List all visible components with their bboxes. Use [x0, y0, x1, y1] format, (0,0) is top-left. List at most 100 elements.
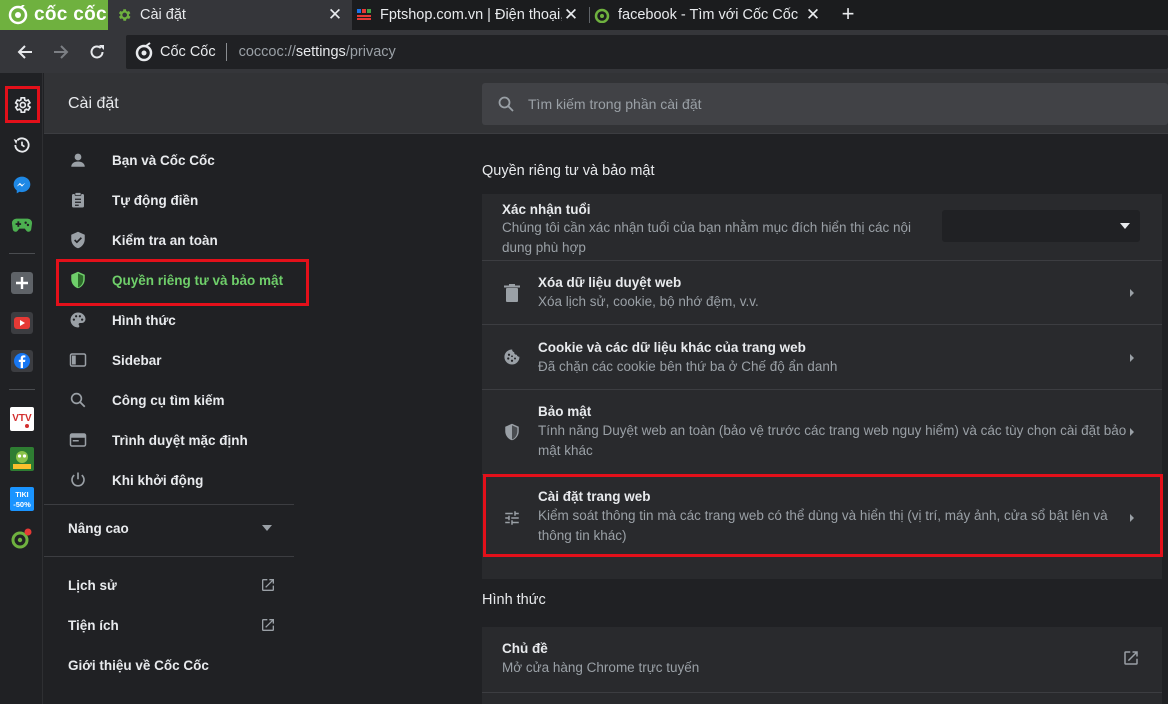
nav-item-label: Quyền riêng tư và bảo mật	[112, 272, 284, 288]
sidebar-game-app[interactable]	[10, 447, 34, 471]
nav-item-you-and-coccoc[interactable]: Bạn và Cốc Cốc	[44, 140, 294, 180]
nav-divider	[44, 504, 294, 505]
new-tab-button[interactable]: +	[837, 3, 859, 25]
chevron-down-icon	[262, 525, 272, 531]
settings-icon	[14, 97, 32, 113]
reload-button[interactable]	[84, 39, 110, 65]
theme-description: Mở cửa hàng Chrome trực tuyến	[502, 660, 700, 675]
nav-item-label: Khi khởi động	[112, 472, 204, 488]
age-dropdown[interactable]	[942, 210, 1140, 242]
nav-item-safety-check[interactable]: Kiểm tra an toàn	[44, 220, 294, 260]
game-app-icon	[10, 447, 34, 471]
sidebar-add[interactable]	[10, 271, 34, 295]
row-description: Xóa lịch sử, cookie, bộ nhớ đệm, v.v.	[538, 294, 759, 309]
nav-item-label: Bạn và Cốc Cốc	[112, 152, 215, 168]
search-icon	[68, 390, 88, 410]
sidebar-tiki[interactable]: TIKI -50%	[10, 487, 34, 511]
chevron-right-icon	[1130, 428, 1134, 436]
address-bar[interactable]: Cốc Cốc coccoc://settings/privacy	[126, 35, 1168, 69]
chevron-right-icon	[1130, 514, 1134, 522]
nav-advanced-toggle[interactable]: Nâng cao	[44, 508, 294, 548]
sidebar-games[interactable]	[10, 213, 34, 237]
tab-title: Fptshop.com.vn | Điện thoại, Laptop	[380, 7, 562, 23]
back-button[interactable]	[12, 39, 38, 65]
settings-search-input[interactable]	[528, 96, 1128, 112]
nav-divider	[44, 556, 294, 557]
search-icon	[498, 96, 514, 112]
privacy-card: Xác nhận tuổi Chúng tôi cần xác nhận tuổ…	[482, 194, 1162, 579]
coccoc-logo-icon	[135, 42, 153, 62]
nav-item-label: Trình duyệt mặc định	[112, 432, 248, 448]
svg-text:TIKI: TIKI	[15, 492, 28, 499]
settings-search[interactable]	[482, 83, 1168, 125]
security-row[interactable]: Bảo mật Tính năng Duyệt web an toàn (bảo…	[482, 389, 1162, 474]
person-icon	[68, 150, 88, 170]
close-icon[interactable]: ✕	[562, 5, 580, 25]
nav-history-label: Lịch sử	[68, 577, 117, 593]
tab-settings[interactable]: Cài đặt ✕	[108, 0, 352, 30]
privacy-section-title: Quyền riêng tư và bảo mật	[482, 163, 655, 179]
toolbar: Cốc Cốc coccoc://settings/privacy	[0, 30, 1168, 73]
nav-item-default-browser[interactable]: Trình duyệt mặc định	[44, 420, 294, 460]
sidebar-settings[interactable]	[10, 93, 34, 117]
close-icon[interactable]: ✕	[326, 5, 344, 25]
nav-item-on-startup[interactable]: Khi khởi động	[44, 460, 294, 500]
tab-facebook-search[interactable]: facebook - Tìm với Cốc Cốc ✕	[590, 0, 830, 30]
theme-row[interactable]: Chủ đề Mở cửa hàng Chrome trực tuyến	[482, 627, 1162, 692]
nav-about-label: Giới thiệu về Cốc Cốc	[68, 657, 209, 673]
youtube-icon	[11, 312, 33, 334]
nav-item-label: Kiểm tra an toàn	[112, 232, 218, 248]
row-title: Cài đặt trang web	[538, 489, 651, 504]
nav-advanced-label: Nâng cao	[68, 520, 129, 536]
add-icon	[11, 272, 33, 294]
sidebar-coccoc-map[interactable]	[10, 527, 34, 551]
messenger-icon	[13, 176, 31, 194]
history-icon	[13, 137, 30, 153]
nav-item-appearance[interactable]: Hình thức	[44, 300, 294, 340]
vtv-go-icon: VTV	[10, 407, 34, 431]
nav-item-history[interactable]: Lịch sử	[44, 565, 294, 605]
page-title: Cài đặt	[68, 95, 119, 112]
sidebar-history[interactable]	[10, 133, 34, 157]
browser-icon	[68, 430, 88, 450]
age-description: Chúng tôi cần xác nhận tuổi của bạn nhằm…	[502, 220, 912, 255]
chevron-right-icon	[1130, 354, 1134, 362]
nav-item-sidebar[interactable]: Sidebar	[44, 340, 294, 380]
nav-item-autofill[interactable]: Tự động điền	[44, 180, 294, 220]
clear-browsing-data-row[interactable]: Xóa dữ liệu duyệt web Xóa lịch sử, cooki…	[482, 260, 1162, 324]
sidebar-youtube[interactable]	[10, 311, 34, 335]
security-shield-icon	[502, 422, 522, 442]
sidebar-vtv-go[interactable]: VTV	[10, 407, 34, 431]
cookies-row[interactable]: Cookie và các dữ liệu khác của trang web…	[482, 324, 1162, 389]
tab-title: facebook - Tìm với Cốc Cốc	[618, 7, 799, 23]
close-icon[interactable]: ✕	[804, 5, 822, 25]
nav-item-privacy-security[interactable]: Quyền riêng tư và bảo mật	[44, 260, 294, 300]
settings-main: Quyền riêng tư và bảo mật Xác nhận tuổi …	[482, 134, 1162, 704]
palette-icon	[68, 310, 88, 330]
tiki-icon: TIKI -50%	[10, 487, 34, 511]
omnibox-site-name: Cốc Cốc	[160, 44, 216, 60]
open-in-new-icon[interactable]	[1122, 649, 1140, 667]
nav-item-extensions[interactable]: Tiện ích	[44, 605, 294, 645]
svg-text:VTV: VTV	[12, 413, 32, 424]
coccoc-brand[interactable]: cốc cốc	[0, 0, 108, 30]
next-row	[482, 692, 1162, 704]
tab-fptshop[interactable]: Fptshop.com.vn | Điện thoại, Laptop ✕	[352, 0, 588, 30]
svg-text:-50%: -50%	[13, 500, 31, 509]
shield-check-icon	[68, 230, 88, 250]
nav-item-search-engine[interactable]: Công cụ tìm kiếm	[44, 380, 294, 420]
forward-button[interactable]	[48, 39, 74, 65]
nav-item-about[interactable]: Giới thiệu về Cốc Cốc	[44, 645, 294, 685]
age-verification-row: Xác nhận tuổi Chúng tôi cần xác nhận tuổ…	[482, 194, 1162, 260]
sidebar-facebook[interactable]	[10, 349, 34, 373]
open-in-new-icon	[262, 619, 274, 631]
tune-icon	[502, 508, 522, 528]
row-title: Bảo mật	[538, 404, 592, 419]
nav-item-label: Tự động điền	[112, 192, 199, 208]
coccoc-map-icon	[11, 528, 32, 549]
row-title: Xóa dữ liệu duyệt web	[538, 275, 682, 290]
sidebar-messenger[interactable]	[10, 173, 34, 197]
coccoc-logo-icon	[8, 5, 28, 25]
nav-item-label: Công cụ tìm kiếm	[112, 392, 225, 408]
site-settings-row[interactable]: Cài đặt trang web Kiểm soát thông tin mà…	[482, 474, 1162, 559]
